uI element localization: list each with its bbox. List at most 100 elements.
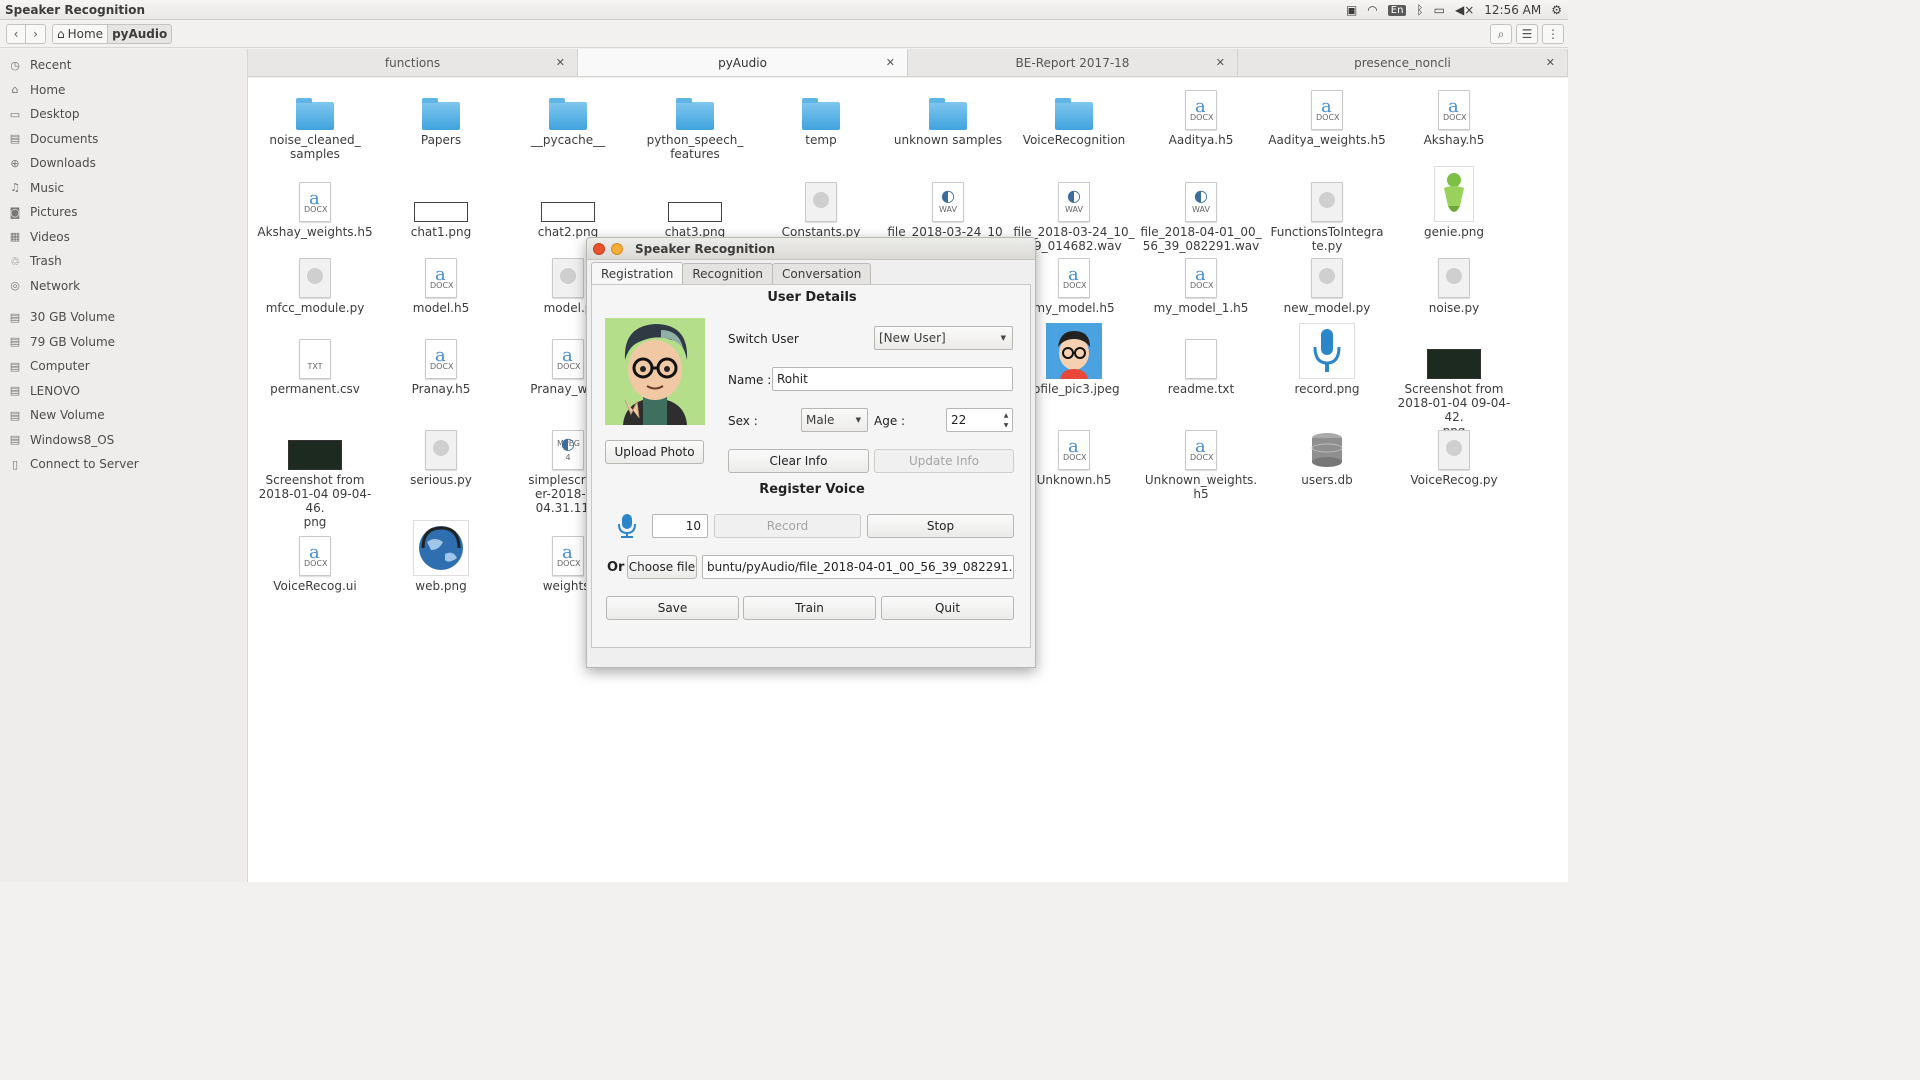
file-name: VoiceRecog.ui <box>273 579 357 593</box>
breadcrumb-home[interactable]: ⌂ Home <box>52 24 109 44</box>
close-icon[interactable]: ✕ <box>556 56 565 69</box>
keyboard-language-indicator[interactable]: En <box>1387 4 1407 16</box>
name-input[interactable]: Rohit <box>772 367 1013 391</box>
file-item[interactable]: DOCX Pranay.h5 <box>378 335 504 396</box>
save-button[interactable]: Save <box>606 596 739 620</box>
sidebar-item-downloads[interactable]: ⊕ Downloads <box>0 151 247 176</box>
file-item[interactable]: web.png <box>378 520 504 593</box>
record-button[interactable]: Record <box>714 514 861 538</box>
upload-photo-button[interactable]: Upload Photo <box>605 440 704 464</box>
tab-be-report[interactable]: BE-Report 2017-18 ✕ <box>908 49 1238 76</box>
file-item[interactable]: chat3.png <box>632 178 758 239</box>
sidebar-item-pictures[interactable]: ◙ Pictures <box>0 200 247 225</box>
file-item[interactable]: FunctionsToIntegra te.py <box>1264 178 1390 253</box>
sidebar-device-lenovo[interactable]: ▤ LENOVO <box>0 379 247 404</box>
file-item[interactable]: DOCX Aaditya.h5 <box>1138 86 1264 147</box>
train-button[interactable]: Train <box>743 596 876 620</box>
file-item[interactable]: __pycache__ <box>505 86 631 147</box>
file-item[interactable]: noise_cleaned_ samples <box>252 86 378 161</box>
file-item[interactable]: Papers <box>378 86 504 147</box>
quit-button[interactable]: Quit <box>881 596 1014 620</box>
file-item[interactable]: new_model.py <box>1264 254 1390 315</box>
file-path-input[interactable]: buntu/pyAudio/file_2018-04-01_00_56_39_0… <box>702 555 1014 579</box>
file-item[interactable]: DOCX Akshay_weights.h5 <box>252 178 378 239</box>
file-item[interactable]: DOCX VoiceRecog.ui <box>252 532 378 593</box>
tab-presence[interactable]: presence_noncli ✕ <box>1238 49 1568 76</box>
wifi-icon[interactable]: ◠ <box>1367 3 1377 17</box>
file-item[interactable]: serious.py <box>378 426 504 487</box>
volume-icon[interactable]: ◀× <box>1455 3 1474 17</box>
file-item[interactable]: DOCX Aaditya_weights.h5 <box>1264 86 1390 147</box>
sidebar-connect-server[interactable]: ▯ Connect to Server <box>0 452 247 477</box>
file-item[interactable]: VoiceRecognition <box>1011 86 1137 147</box>
file-item[interactable]: users.db <box>1264 426 1390 487</box>
tab-recognition[interactable]: Recognition <box>682 263 774 284</box>
profile-picture-thumbnail <box>1046 323 1102 379</box>
file-item[interactable]: readme.txt <box>1138 335 1264 396</box>
file-item[interactable]: chat2.png <box>505 178 631 239</box>
sidebar-item-documents[interactable]: ▤ Documents <box>0 127 247 152</box>
stop-button[interactable]: Stop <box>867 514 1014 538</box>
close-icon[interactable]: ✕ <box>1546 56 1555 69</box>
file-item[interactable]: record.png <box>1264 323 1390 396</box>
file-item[interactable]: unknown samples <box>885 86 1011 147</box>
minimize-window-icon[interactable] <box>611 242 623 255</box>
sex-label: Sex : <box>728 414 758 428</box>
sidebar-item-music[interactable]: ♫ Music <box>0 176 247 201</box>
file-item[interactable]: DOCX Akshay.h5 <box>1391 86 1517 147</box>
sidebar-device-new-volume[interactable]: ▤ New Volume <box>0 403 247 428</box>
back-button[interactable]: ‹ <box>6 24 26 44</box>
file-item[interactable]: WAV file_2018-04-01_00_ 56_39_082291.wav <box>1138 178 1264 253</box>
notification-icon[interactable]: ▣ <box>1346 3 1357 17</box>
menu-button[interactable]: ⋮ <box>1542 24 1564 44</box>
file-item[interactable]: Screenshot from 2018-01-04 09-04-46. png <box>252 426 378 529</box>
file-item[interactable]: mfcc_module.py <box>252 254 378 315</box>
switch-user-select[interactable]: [New User] ▼ <box>874 326 1013 350</box>
file-item[interactable]: Constants.py <box>758 178 884 239</box>
file-item[interactable]: VoiceRecog.py <box>1391 426 1517 487</box>
spin-arrows-icon[interactable]: ▲ ▼ <box>1001 410 1011 430</box>
clock[interactable]: 12:56 AM <box>1484 3 1541 17</box>
sidebar-device-windows8[interactable]: ▤ Windows8_OS <box>0 428 247 453</box>
file-item[interactable]: DOCX my_model_1.h5 <box>1138 254 1264 315</box>
dialog-titlebar[interactable]: Speaker Recognition <box>587 238 1035 260</box>
breadcrumb-pyaudio[interactable]: pyAudio <box>108 24 173 44</box>
choose-file-button[interactable]: Choose file <box>627 555 697 579</box>
file-item[interactable]: chat1.png <box>378 178 504 239</box>
tab-conversation[interactable]: Conversation <box>772 263 872 284</box>
file-item[interactable]: python_speech_ features <box>632 86 758 161</box>
tab-registration[interactable]: Registration <box>591 262 684 284</box>
sidebar-item-recent[interactable]: ◷ Recent <box>0 53 247 78</box>
sidebar-item-home[interactable]: ⌂ Home <box>0 78 247 103</box>
file-item[interactable]: genie.png <box>1391 166 1517 239</box>
sidebar-item-desktop[interactable]: ▭ Desktop <box>0 102 247 127</box>
age-spinbox[interactable]: 22 ▲ ▼ <box>946 408 1013 432</box>
forward-button[interactable]: › <box>26 24 46 44</box>
close-icon[interactable]: ✕ <box>886 56 895 69</box>
file-item[interactable]: noise.py <box>1391 254 1517 315</box>
search-button[interactable]: ⌕ <box>1490 24 1512 44</box>
sidebar-device-30gb[interactable]: ▤ 30 GB Volume <box>0 305 247 330</box>
sidebar-device-computer[interactable]: ▤ Computer <box>0 354 247 379</box>
update-info-button[interactable]: Update Info <box>874 449 1014 473</box>
battery-icon[interactable]: ▭ <box>1434 3 1445 17</box>
file-item[interactable]: DOCX model.h5 <box>378 254 504 315</box>
sidebar-item-videos[interactable]: ▦ Videos <box>0 225 247 250</box>
file-item[interactable]: Screenshot from 2018-01-04 09-04-42. png <box>1391 335 1517 438</box>
sex-select[interactable]: Male ▼ <box>801 408 868 432</box>
gear-icon[interactable]: ⚙ <box>1551 3 1562 17</box>
file-item[interactable]: TXT permanent.csv <box>252 335 378 396</box>
close-icon[interactable]: ✕ <box>1216 56 1225 69</box>
bluetooth-icon[interactable]: ᛒ <box>1416 3 1423 17</box>
close-window-icon[interactable] <box>593 242 605 255</box>
sidebar-device-79gb[interactable]: ▤ 79 GB Volume <box>0 330 247 355</box>
duration-input[interactable]: 10 <box>652 514 708 538</box>
file-item[interactable]: DOCX Unknown_weights. h5 <box>1138 426 1264 501</box>
sidebar-item-network[interactable]: ◎ Network <box>0 274 247 299</box>
file-item[interactable]: temp <box>758 86 884 147</box>
list-view-button[interactable]: ☰ <box>1516 24 1538 44</box>
clear-info-button[interactable]: Clear Info <box>728 449 869 473</box>
tab-functions[interactable]: functions ✕ <box>248 49 578 76</box>
sidebar-item-trash[interactable]: ♲ Trash <box>0 249 247 274</box>
tab-pyaudio[interactable]: pyAudio ✕ <box>578 49 908 76</box>
